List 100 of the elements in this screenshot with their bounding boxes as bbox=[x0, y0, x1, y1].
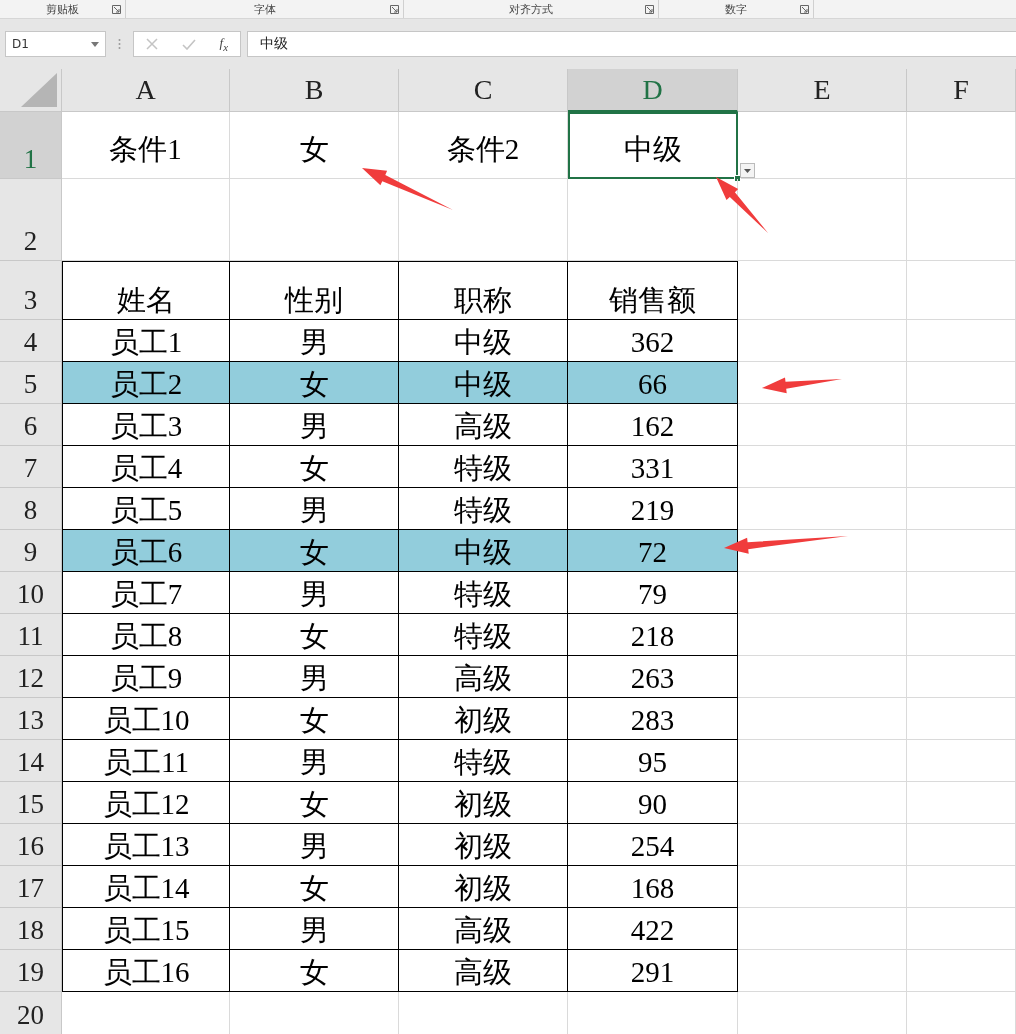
row-header[interactable]: 7 bbox=[0, 446, 62, 488]
row-header[interactable]: 4 bbox=[0, 320, 62, 362]
table-cell: 员工13 bbox=[62, 824, 230, 866]
ribbon-group-label: 数字 bbox=[725, 1, 747, 17]
table-cell: 员工7 bbox=[62, 572, 230, 614]
row-header[interactable]: 8 bbox=[0, 488, 62, 530]
table-cell: 员工6 bbox=[62, 530, 230, 572]
table-cell: 66 bbox=[568, 362, 738, 404]
row-header[interactable]: 12 bbox=[0, 656, 62, 698]
table-cell: 女 bbox=[230, 614, 399, 656]
ribbon-group-label: 字体 bbox=[253, 1, 276, 17]
table-cell: 女 bbox=[230, 362, 399, 404]
table-cell: 女 bbox=[230, 866, 399, 908]
insert-function-button[interactable]: f$_{x}$ bbox=[219, 35, 229, 53]
table-cell: 90 bbox=[568, 782, 738, 824]
column-header[interactable]: B bbox=[230, 69, 399, 112]
row-header[interactable]: 15 bbox=[0, 782, 62, 824]
row-header[interactable]: 19 bbox=[0, 950, 62, 992]
table-cell: 员工10 bbox=[62, 698, 230, 740]
row-header[interactable]: 13 bbox=[0, 698, 62, 740]
row-header[interactable]: 11 bbox=[0, 614, 62, 656]
row-header[interactable]: 6 bbox=[0, 404, 62, 446]
ribbon-group-label: 对齐方式 bbox=[509, 1, 553, 17]
table-cell: 员工14 bbox=[62, 866, 230, 908]
table-cell: 男 bbox=[230, 572, 399, 614]
table-cell: 条件2 bbox=[399, 112, 568, 179]
column-header[interactable]: F bbox=[907, 69, 1016, 112]
column-header[interactable]: A bbox=[62, 69, 230, 112]
dialog-launcher-icon[interactable] bbox=[645, 5, 654, 14]
caret-icon bbox=[744, 168, 751, 173]
table-cell: 员工3 bbox=[62, 404, 230, 446]
table-cell: 高级 bbox=[399, 404, 568, 446]
table-cell: 中级 bbox=[399, 530, 568, 572]
table-cell: 特级 bbox=[399, 740, 568, 782]
row-header[interactable]: 20 bbox=[0, 992, 62, 1034]
arrow-annotation bbox=[716, 177, 768, 233]
dialog-launcher-icon[interactable] bbox=[390, 5, 399, 14]
row-header[interactable]: 18 bbox=[0, 908, 62, 950]
table-cell: 95 bbox=[568, 740, 738, 782]
table-cell: 79 bbox=[568, 572, 738, 614]
table-cell: 条件1 bbox=[62, 112, 230, 179]
caret-icon bbox=[91, 41, 99, 47]
table-cell: 特级 bbox=[399, 572, 568, 614]
table-cell: 员工2 bbox=[62, 362, 230, 404]
table-cell: 218 bbox=[568, 614, 738, 656]
table-cell: 高级 bbox=[399, 656, 568, 698]
table-cell: 422 bbox=[568, 908, 738, 950]
table-cell: 283 bbox=[568, 698, 738, 740]
table-cell: 291 bbox=[568, 950, 738, 992]
table-cell: 女 bbox=[230, 782, 399, 824]
table-cell: 中级 bbox=[568, 112, 738, 179]
column-header[interactable]: D bbox=[568, 69, 738, 112]
table-cell: 员工11 bbox=[62, 740, 230, 782]
table-cell: 男 bbox=[230, 908, 399, 950]
table-cell: 女 bbox=[230, 698, 399, 740]
table-cell: 职称 bbox=[399, 261, 568, 320]
table-cell: 性别 bbox=[230, 261, 399, 320]
table-cell: 331 bbox=[568, 446, 738, 488]
table-cell: 男 bbox=[230, 740, 399, 782]
table-cell: 员工15 bbox=[62, 908, 230, 950]
table-cell: 254 bbox=[568, 824, 738, 866]
row-header[interactable]: 17 bbox=[0, 866, 62, 908]
row-header[interactable]: 9 bbox=[0, 530, 62, 572]
table-cell: 初级 bbox=[399, 782, 568, 824]
table-cell: 员工4 bbox=[62, 446, 230, 488]
row-header[interactable]: 1 bbox=[0, 112, 62, 179]
dialog-launcher-icon[interactable] bbox=[800, 5, 809, 14]
table-cell: 特级 bbox=[399, 446, 568, 488]
table-cell: 高级 bbox=[399, 908, 568, 950]
row-header[interactable]: 2 bbox=[0, 179, 62, 261]
formula-field[interactable]: 中级 bbox=[247, 31, 1016, 57]
table-cell: 员工8 bbox=[62, 614, 230, 656]
name-box[interactable]: D1 bbox=[5, 31, 106, 57]
table-cell: 初级 bbox=[399, 698, 568, 740]
table-cell: 员工16 bbox=[62, 950, 230, 992]
grip-icon bbox=[118, 38, 121, 50]
table-cell: 女 bbox=[230, 446, 399, 488]
dialog-launcher-icon[interactable] bbox=[112, 5, 121, 14]
table-cell: 女 bbox=[230, 950, 399, 992]
column-header[interactable]: E bbox=[738, 69, 907, 112]
row-header[interactable]: 14 bbox=[0, 740, 62, 782]
table-cell: 男 bbox=[230, 824, 399, 866]
table-cell: 员工9 bbox=[62, 656, 230, 698]
table-cell: 销售额 bbox=[568, 261, 738, 320]
row-header[interactable]: 16 bbox=[0, 824, 62, 866]
column-header[interactable]: C bbox=[399, 69, 568, 112]
table-cell: 女 bbox=[230, 530, 399, 572]
table-cell: 初级 bbox=[399, 824, 568, 866]
row-header[interactable]: 3 bbox=[0, 261, 62, 320]
table-cell: 男 bbox=[230, 656, 399, 698]
table-cell: 特级 bbox=[399, 614, 568, 656]
table-cell: 72 bbox=[568, 530, 738, 572]
dropdown-button[interactable] bbox=[740, 163, 755, 178]
table-cell: 中级 bbox=[399, 362, 568, 404]
row-header[interactable]: 10 bbox=[0, 572, 62, 614]
table-cell: 初级 bbox=[399, 866, 568, 908]
ribbon-group-label: 剪贴板 bbox=[46, 1, 79, 17]
check-icon[interactable] bbox=[181, 38, 196, 50]
table-cell: 男 bbox=[230, 404, 399, 446]
row-header[interactable]: 5 bbox=[0, 362, 62, 404]
